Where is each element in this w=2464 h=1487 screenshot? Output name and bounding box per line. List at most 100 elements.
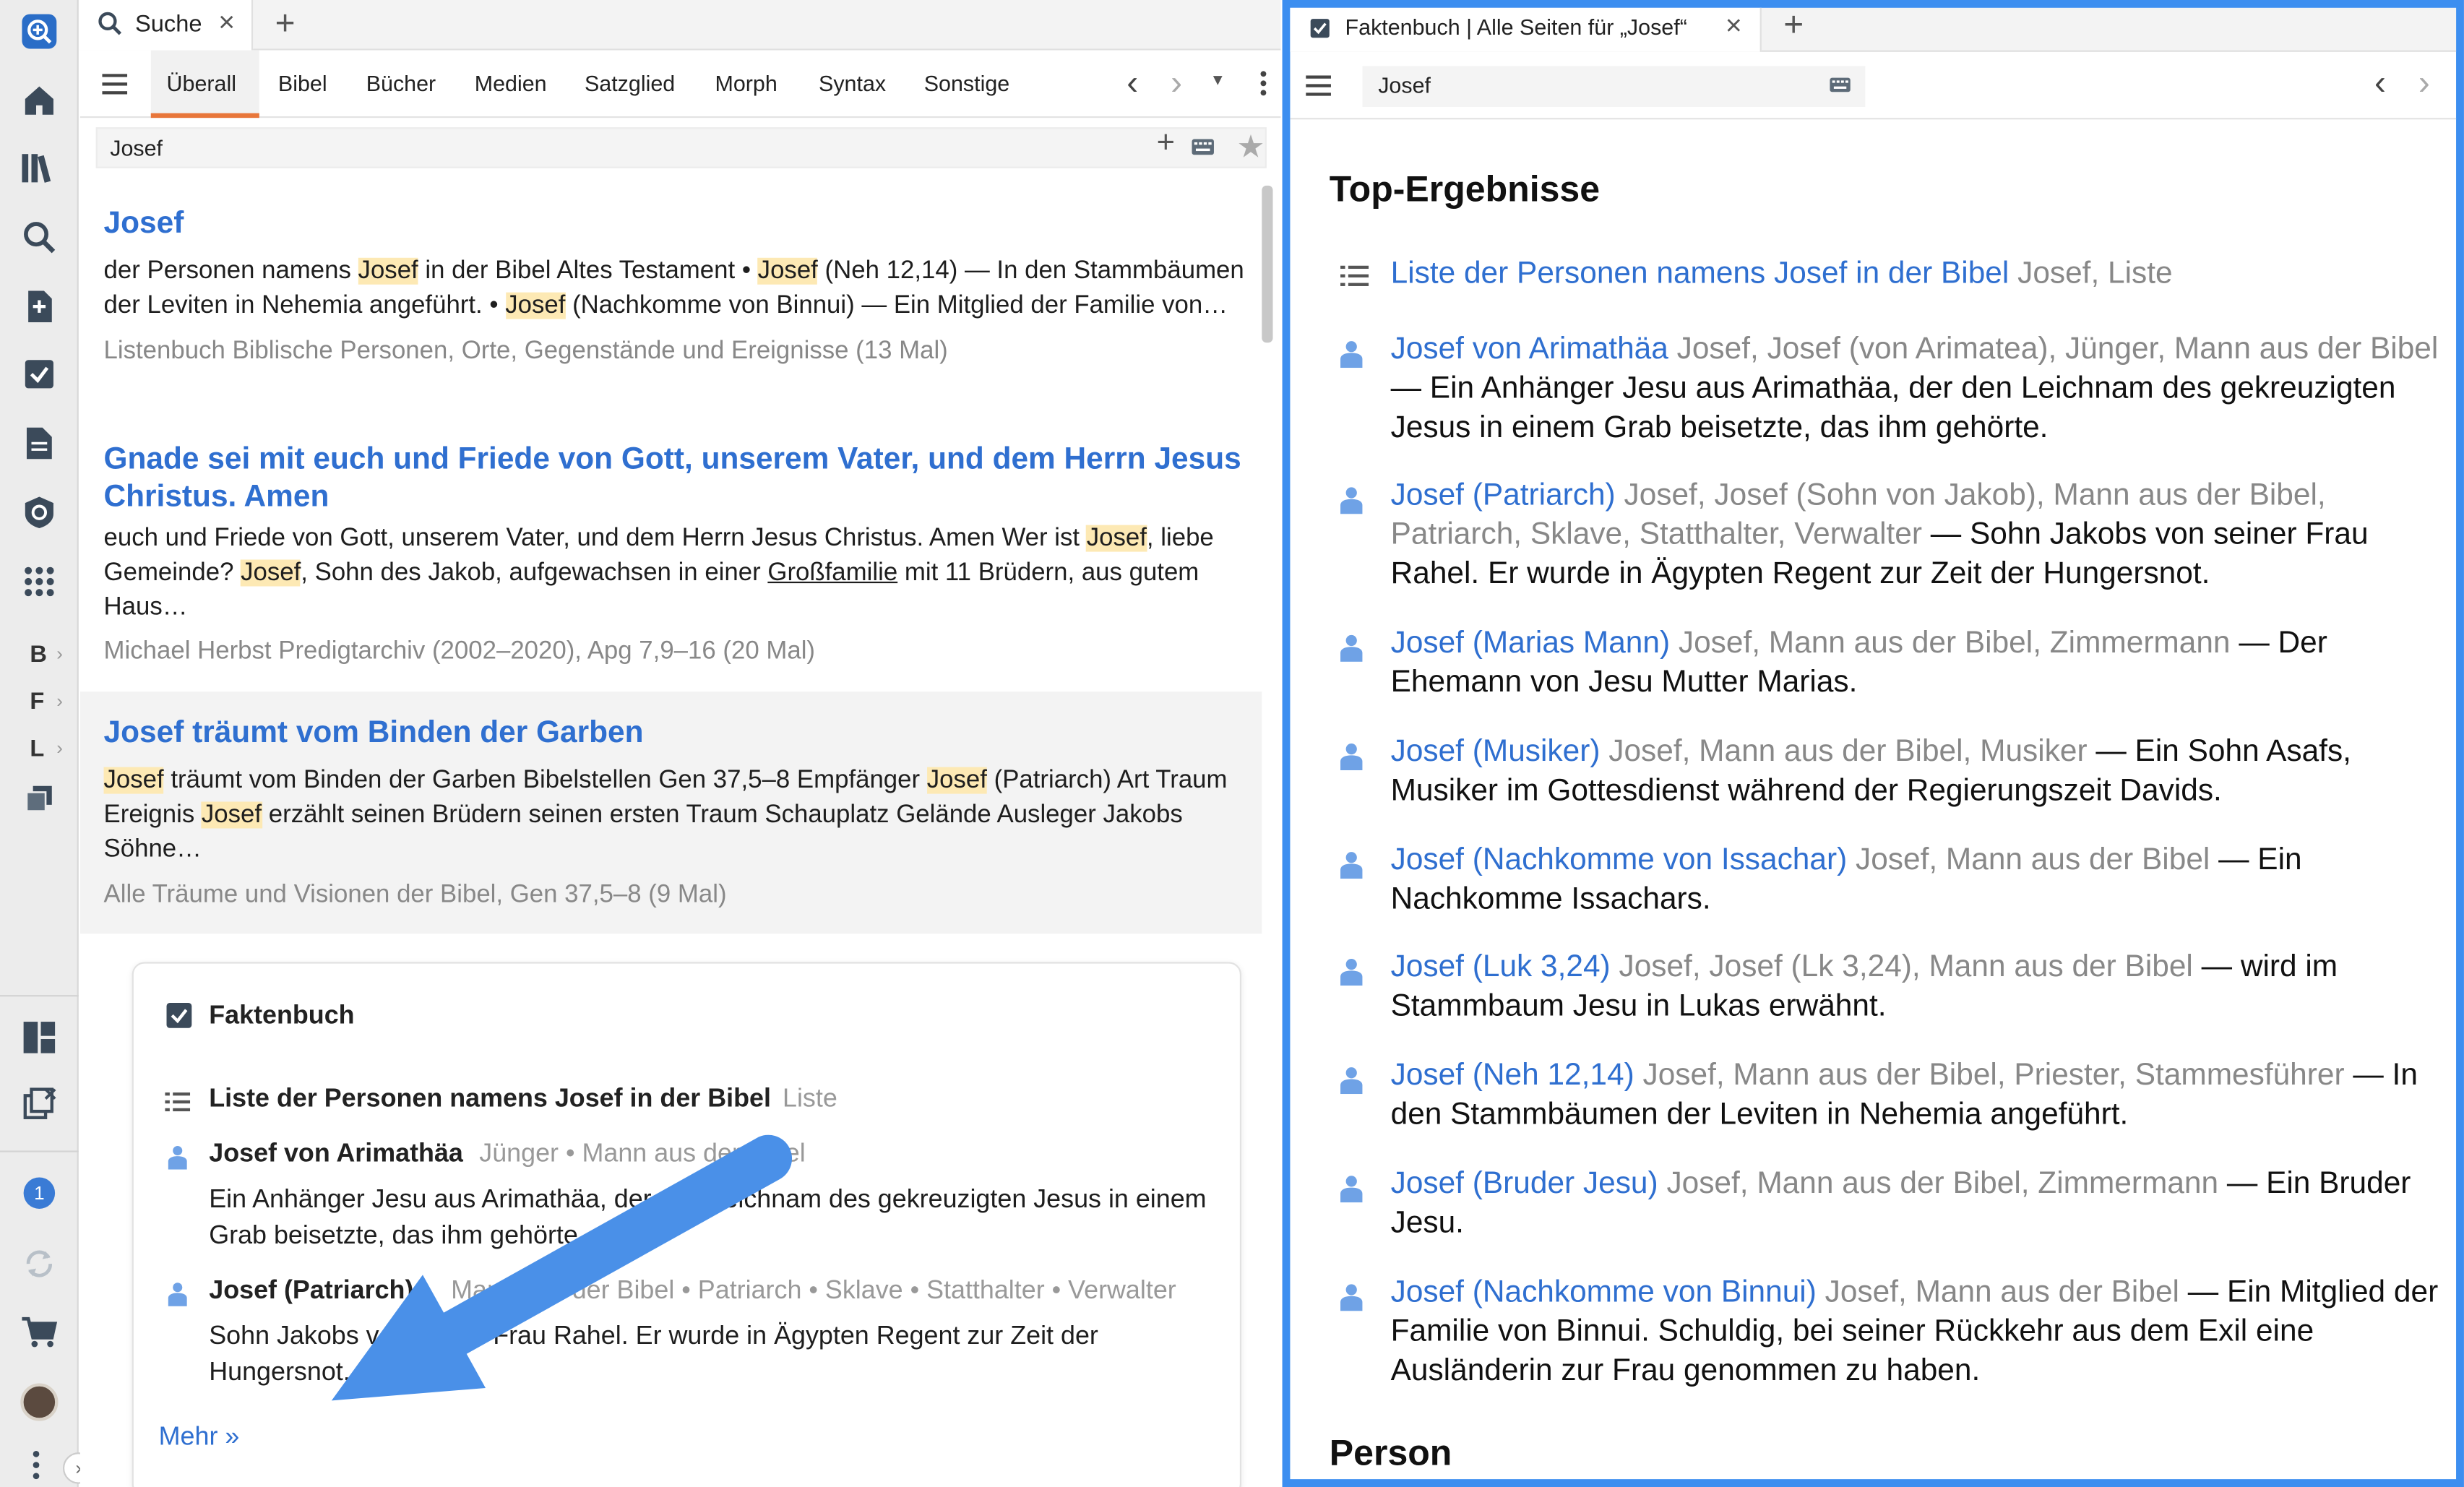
new-tab-icon[interactable]: + (275, 3, 296, 44)
search-highlight: Josef (757, 257, 818, 285)
top-result-link[interactable]: Josef (Marias Mann) (1391, 626, 1670, 660)
result-item[interactable]: Gnade sei mit euch und Friede von Gott, … (104, 440, 1252, 670)
tab-suche[interactable]: Suche × (79, 0, 254, 51)
notification-badge[interactable]: 1 (20, 1174, 58, 1212)
result-snippet: der Personen namens Josef in der Bibel A… (104, 254, 1252, 324)
person-icon (168, 1283, 187, 1306)
result-item[interactable]: Josef träumt vom Binden der Garben Josef… (103, 714, 1252, 913)
sidebar-letter-f[interactable]: F (30, 689, 44, 715)
snippet-text: erzählt seinen Brüdern seinen ersten Tra… (103, 801, 1183, 863)
result-source: Alle Träume und Visionen der Bibel, Gen … (103, 882, 727, 909)
more-vertical-icon[interactable] (1259, 69, 1268, 98)
menu-icon[interactable] (1306, 75, 1331, 96)
add-icon[interactable]: + (1157, 126, 1175, 162)
search-panel: Suche × + Überall Bibel Bücher Medien Sa… (79, 0, 1281, 1487)
tab-sonstige[interactable]: Sonstige (924, 71, 1009, 96)
top-result-item: Josef (Patriarch) Josef, Josef (Sohn von… (1391, 476, 2460, 594)
person-icon (1340, 852, 1363, 879)
tab-buecher[interactable]: Bücher (366, 71, 436, 96)
tab-syntax[interactable]: Syntax (819, 71, 886, 96)
top-result-link[interactable]: Josef (Musiker) (1391, 734, 1601, 769)
favorite-star-icon[interactable]: ★ (1236, 127, 1265, 166)
more-vertical-icon[interactable] (31, 1449, 40, 1481)
new-tab-icon[interactable]: + (1783, 5, 1804, 46)
top-result-item: Josef (Neh 12,14) Josef, Mann aus der Bi… (1391, 1056, 2460, 1135)
avatar[interactable] (20, 1383, 59, 1421)
chevron-right-icon[interactable]: › (56, 737, 63, 759)
search-highlight: Josef (241, 559, 301, 587)
cart-icon[interactable] (20, 1314, 58, 1352)
add-document-icon[interactable] (20, 288, 58, 325)
top-result-link[interactable]: Josef (Luk 3,24) (1391, 949, 1611, 984)
back-arrow-icon[interactable]: ‹ (1127, 63, 1138, 104)
tab-faktenbuch[interactable]: Faktenbuch | Alle Seiten für „Josef“ × (1290, 7, 1762, 52)
top-result-item: Josef (Nachkomme von Issachar) Josef, Ma… (1391, 841, 2460, 920)
top-result-meta: Josef, Mann aus der Bibel (1856, 842, 2210, 877)
snippet-text: (Nachkomme von Binnui) — Ein Mitglied de… (565, 292, 1228, 319)
chevron-down-icon[interactable]: ▼ (1210, 72, 1226, 90)
person-icon (1340, 1176, 1363, 1203)
faktenbuch-query-text: Josef (1378, 72, 1431, 98)
close-panels-icon[interactable] (20, 1085, 58, 1122)
scrollbar-thumb[interactable] (1262, 185, 1273, 343)
keyboard-icon[interactable] (1191, 138, 1215, 155)
top-result-meta: Josef, Josef (von Arimatea), Jünger, Man… (1676, 332, 2439, 366)
faktenbuch-search-input[interactable]: Josef (1362, 66, 1866, 107)
chevron-right-icon[interactable]: › (56, 690, 63, 712)
more-link[interactable]: Mehr » (159, 1423, 240, 1452)
result-source: Listenbuch Biblische Personen, Orte, Geg… (103, 337, 948, 365)
home-icon[interactable] (20, 82, 58, 119)
forward-arrow-icon[interactable]: › (1171, 63, 1182, 104)
underlined-term: Großfamilie (767, 559, 898, 587)
top-result-link[interactable]: Josef von Arimathäa (1391, 332, 1668, 366)
tab-morph[interactable]: Morph (715, 71, 777, 96)
search-input[interactable]: Josef + (95, 126, 1267, 168)
factbook-icon[interactable] (20, 355, 58, 393)
forward-arrow-icon[interactable]: › (2418, 63, 2430, 104)
sidebar-divider (0, 1150, 79, 1152)
app-logo-icon[interactable] (20, 12, 58, 50)
sync-icon[interactable] (20, 1245, 58, 1283)
top-result-meta: Josef, Mann aus der Bibel, Zimmermann (1666, 1166, 2219, 1202)
top-result-link[interactable]: Josef (Nachkomme von Binnui) (1391, 1275, 1817, 1309)
result-title[interactable]: Josef träumt vom Binden der Garben (104, 714, 1252, 751)
sidebar-letter-b[interactable]: B (30, 642, 47, 668)
copy-layers-icon[interactable] (20, 780, 58, 817)
search-highlight: Josef (201, 801, 262, 829)
result-title[interactable]: Josef (104, 204, 1252, 242)
menu-icon[interactable] (102, 74, 128, 95)
top-result-link[interactable]: Josef (Bruder Jesu) (1391, 1166, 1658, 1201)
tab-medien[interactable]: Medien (475, 71, 547, 96)
person-icon (168, 1145, 187, 1170)
top-result-link[interactable]: Josef (Nachkomme von Issachar) (1391, 842, 1848, 877)
factbook-icon (1310, 19, 1330, 38)
close-tab-icon[interactable]: × (1726, 9, 1742, 43)
tab-bibel[interactable]: Bibel (278, 71, 327, 96)
sidebar-letter-l[interactable]: L (30, 736, 44, 762)
guide-icon[interactable] (20, 493, 58, 531)
top-result-link[interactable]: Josef (Patriarch) (1391, 478, 1616, 512)
tab-ueberall[interactable]: Überall (167, 71, 236, 96)
search-icon[interactable] (20, 218, 58, 256)
library-icon[interactable] (20, 150, 58, 187)
apps-grid-icon[interactable] (20, 563, 58, 600)
section-heading: Top-Ergebnisse (1329, 168, 1601, 210)
top-result-meta: Josef, Mann aus der Bibel, Musiker (1608, 733, 2088, 769)
layouts-icon[interactable] (20, 1019, 58, 1056)
search-highlight: Josef (505, 292, 566, 319)
document-icon[interactable] (20, 424, 58, 462)
tab-satzglied[interactable]: Satzglied (585, 71, 675, 96)
result-snippet: Josef träumt vom Binden der Garben Bibel… (103, 764, 1252, 868)
close-tab-icon[interactable]: × (218, 7, 235, 40)
top-result-link[interactable]: Josef (Neh 12,14) (1391, 1058, 1634, 1092)
search-kind-tabs: Überall Bibel Bücher Medien Satzglied Mo… (79, 50, 1281, 118)
keyboard-icon[interactable] (1829, 77, 1851, 93)
chevron-right-icon[interactable]: › (56, 643, 63, 665)
result-title[interactable]: Gnade sei mit euch und Friede von Gott, … (104, 440, 1252, 515)
card-list-title[interactable]: Liste der Personen namens Josef in der B… (209, 1085, 771, 1114)
result-item[interactable]: Josef der Personen namens Josef in der B… (104, 204, 1252, 369)
search-query-text: Josef (110, 135, 163, 160)
top-result-item: Josef von Arimathäa Josef, Josef (von Ar… (1391, 330, 2460, 448)
top-result-link[interactable]: Liste der Personen namens Josef in der B… (1391, 257, 2009, 291)
back-arrow-icon[interactable]: ‹ (2374, 63, 2386, 104)
